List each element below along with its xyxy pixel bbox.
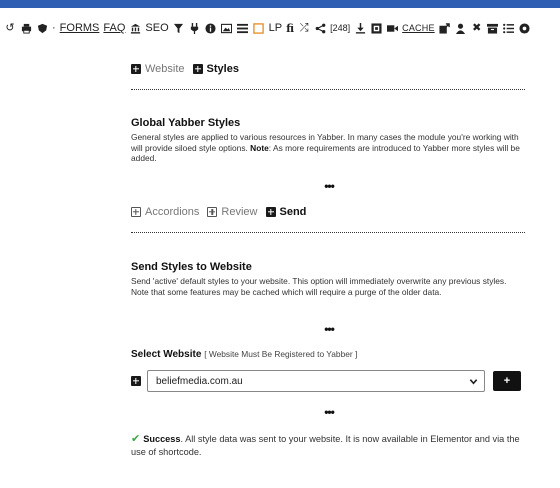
list-ul-icon[interactable] — [503, 22, 515, 34]
tab-send[interactable]: Send — [265, 206, 307, 218]
filter-icon[interactable] — [173, 22, 185, 34]
lp-link[interactable]: LP — [269, 22, 282, 34]
info-icon[interactable] — [205, 22, 217, 34]
success-text: . All style data was sent to your websit… — [131, 434, 520, 457]
toolbar: ↺ · FORMS FAQ SEO LP fi ⤮ [248] CACHE ✖ — [0, 18, 560, 38]
printer-icon[interactable] — [20, 22, 32, 34]
success-label: Success — [143, 434, 181, 444]
toolbar-separator: · — [52, 22, 56, 34]
user-icon[interactable] — [455, 22, 467, 34]
forms-link[interactable]: FORMS — [60, 22, 100, 34]
undo-icon[interactable]: ↺ — [4, 22, 16, 34]
settings-icon[interactable] — [519, 22, 531, 34]
tab-accordions[interactable]: Accordions — [131, 206, 199, 218]
tab-review-label: Review — [221, 206, 258, 218]
tab-review[interactable]: Review — [207, 206, 258, 218]
success-message: ✔ Success. All style data was sent to you… — [131, 433, 531, 458]
box-icon[interactable] — [370, 22, 382, 34]
send-styles-title: Send Styles to Website — [131, 261, 252, 273]
tab-styles-label: Styles — [206, 63, 239, 75]
record-count: [248] — [330, 23, 351, 33]
square-icon[interactable] — [253, 22, 265, 34]
select-website-title: Select Website — [131, 349, 202, 360]
chevron-down-icon — [469, 378, 478, 385]
website-select-value: beliefmedia.com.au — [156, 375, 243, 387]
faq-link[interactable]: FAQ — [103, 22, 125, 34]
tab-accordions-label: Accordions — [145, 206, 200, 218]
fi-icon[interactable]: fi — [286, 22, 294, 35]
image-icon[interactable] — [221, 22, 233, 34]
plus-square-icon[interactable] — [131, 376, 141, 386]
more-toggle[interactable]: ••• — [318, 179, 340, 193]
divider — [131, 232, 525, 233]
shuffle-icon[interactable]: ⤮ — [298, 22, 310, 34]
list-icon[interactable] — [237, 22, 249, 34]
tab-send-label: Send — [279, 206, 307, 218]
plug-icon[interactable] — [189, 22, 201, 34]
plus-square-icon — [131, 207, 141, 217]
plus-square-icon — [131, 64, 141, 74]
cache-link[interactable]: CACHE — [402, 23, 435, 33]
divider — [131, 89, 525, 90]
add-website-button[interactable]: + — [493, 371, 521, 391]
select-website-row: beliefmedia.com.au + — [131, 370, 525, 392]
note-label: Note — [250, 142, 269, 153]
global-styles-description: General styles are applied to various re… — [131, 132, 525, 164]
bank-icon[interactable] — [129, 22, 141, 34]
download-icon[interactable] — [354, 22, 366, 34]
top-nav-strip — [0, 0, 560, 8]
export-icon[interactable] — [439, 22, 451, 34]
seo-link[interactable]: SEO — [145, 22, 168, 34]
tab-website-label: Website — [145, 63, 185, 75]
tab-website[interactable]: Website — [131, 63, 185, 75]
sub-tabs: Accordions Review Send — [131, 206, 314, 218]
more-toggle[interactable]: ••• — [318, 405, 340, 419]
top-tabs: Website Styles — [131, 63, 247, 75]
archive-icon[interactable] — [487, 22, 499, 34]
select-website-note: [ Website Must Be Registered to Yabber ] — [204, 349, 358, 359]
check-icon: ✔ — [131, 433, 141, 445]
website-select[interactable]: beliefmedia.com.au — [147, 370, 485, 392]
tools-icon[interactable]: ✖ — [471, 22, 483, 34]
send-styles-description: Send 'active' default styles to your web… — [131, 276, 507, 297]
global-styles-title: Global Yabber Styles — [131, 117, 241, 129]
share-icon[interactable] — [314, 22, 326, 34]
select-website-label: Select Website [ Website Must Be Registe… — [131, 349, 357, 360]
plus-square-icon — [265, 207, 276, 217]
more-toggle[interactable]: ••• — [318, 322, 340, 336]
video-icon[interactable] — [386, 22, 398, 34]
plus-square-icon — [207, 207, 218, 217]
shield-icon[interactable] — [36, 22, 48, 34]
plus-square-icon — [192, 64, 203, 74]
tab-styles[interactable]: Styles — [192, 63, 239, 75]
